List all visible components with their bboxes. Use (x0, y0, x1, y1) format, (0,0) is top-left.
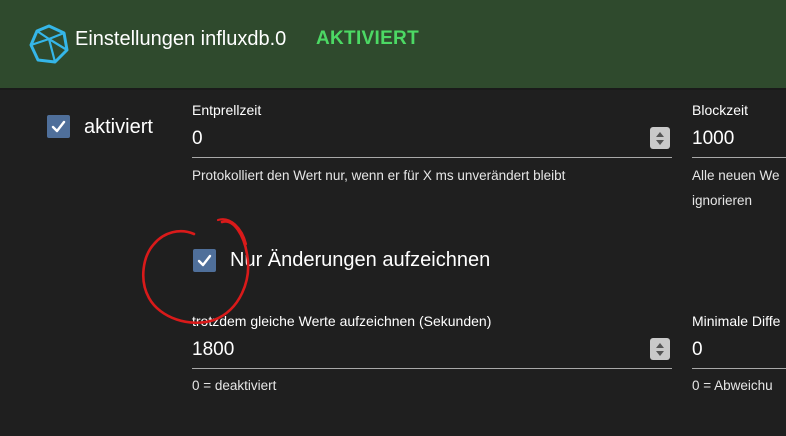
min-difference-underline (692, 368, 786, 369)
blocktime-helper-line1: Alle neuen We (692, 168, 780, 183)
debounce-label: Entprellzeit (192, 102, 262, 118)
min-difference-helper: 0 = Abweichu (692, 378, 773, 393)
enabled-checkbox[interactable] (47, 115, 70, 138)
stepper-up-icon[interactable] (656, 342, 664, 348)
status-badge: AKTIVIERT (316, 28, 419, 49)
blocktime-underline (692, 157, 786, 158)
stepper-down-icon[interactable] (656, 350, 664, 356)
changes-relog-underline (192, 368, 672, 369)
blocktime-helper-line2: ignorieren (692, 193, 753, 208)
check-icon (197, 254, 212, 267)
check-icon (51, 120, 66, 133)
changes-relog-stepper[interactable] (650, 338, 670, 360)
stepper-down-icon[interactable] (656, 139, 664, 145)
debounce-underline (192, 157, 672, 158)
blocktime-input[interactable]: 1000 (692, 128, 734, 150)
influxdb-icon (29, 24, 69, 64)
changes-only-checkbox[interactable] (193, 249, 216, 272)
stepper-up-icon[interactable] (656, 131, 664, 137)
enabled-label: aktiviert (84, 116, 153, 138)
debounce-stepper[interactable] (650, 127, 670, 149)
changes-relog-input[interactable]: 1800 (192, 339, 234, 361)
blocktime-label: Blockzeit (692, 102, 749, 118)
changes-relog-label: trotzdem gleiche Werte aufzeichnen (Seku… (192, 313, 492, 329)
changes-only-label: Nur Änderungen aufzeichnen (230, 249, 491, 271)
min-difference-input[interactable]: 0 (692, 339, 703, 361)
debounce-input[interactable]: 0 (192, 128, 203, 150)
dialog-title: Einstellungen influxdb.0 (75, 28, 287, 50)
min-difference-label: Minimale Diffe (692, 313, 781, 329)
debounce-helper: Protokolliert den Wert nur, wenn er für … (192, 168, 566, 183)
dialog-header: Einstellungen influxdb.0 AKTIVIERT (0, 0, 786, 90)
changes-relog-helper: 0 = deaktiviert (192, 378, 277, 393)
